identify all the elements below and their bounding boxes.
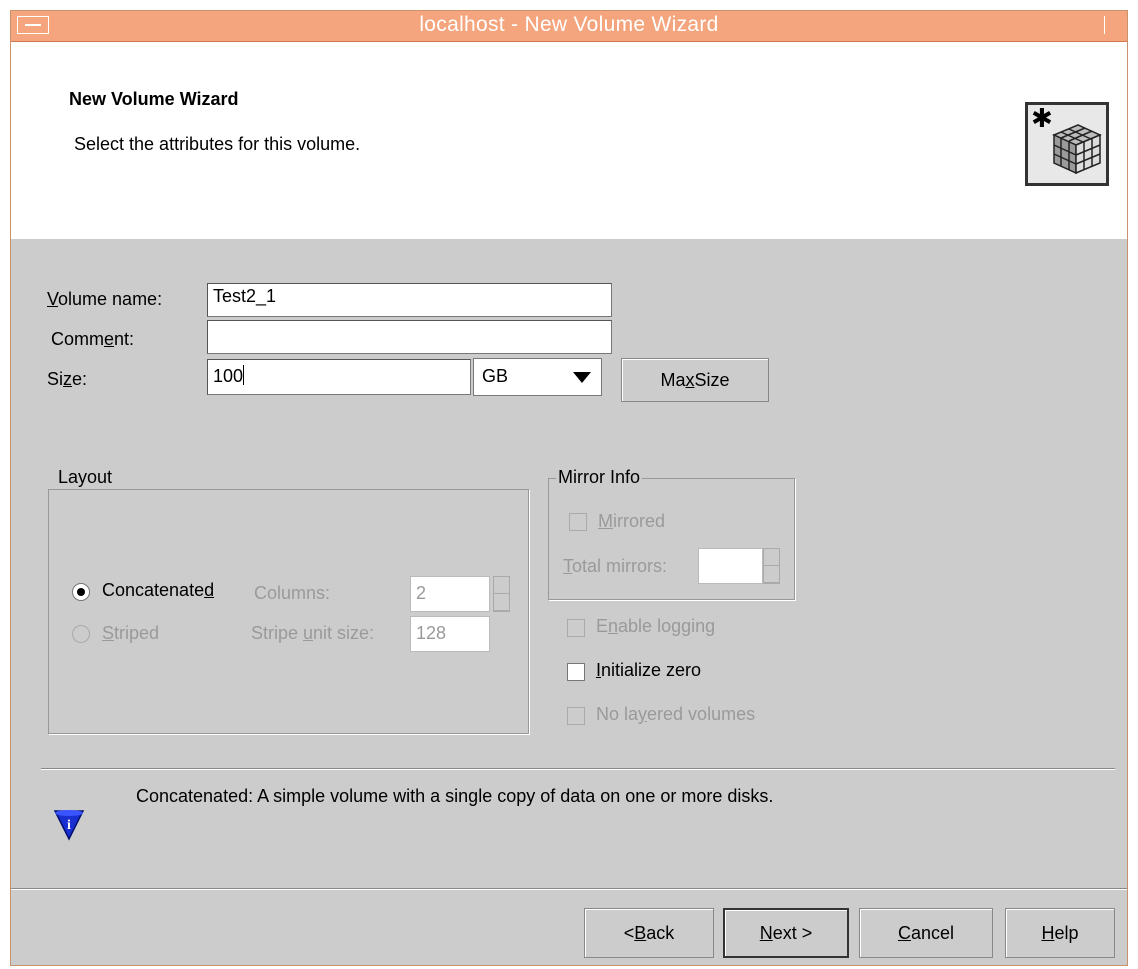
enable-logging-checkbox[interactable]	[567, 619, 585, 637]
mirrored-checkbox[interactable]	[569, 513, 587, 531]
total-mirrors-spinner[interactable]	[763, 548, 780, 584]
info-icon: i	[53, 810, 85, 841]
size-input[interactable]: 100	[207, 359, 471, 395]
svg-text:i: i	[67, 818, 71, 833]
mirror-legend: Mirror Info	[556, 467, 643, 488]
back-button[interactable]: < Back	[584, 908, 714, 958]
spin-down-icon[interactable]	[764, 566, 779, 583]
striped-radio[interactable]	[72, 625, 90, 643]
wizard-window: localhost - New Volume Wizard New Volume…	[10, 10, 1128, 966]
comment-input[interactable]	[207, 320, 612, 354]
volume-name-label: Volume name:	[47, 289, 163, 309]
title-bar[interactable]: localhost - New Volume Wizard	[11, 11, 1127, 42]
columns-input[interactable]: 2	[410, 576, 490, 612]
wizard-subtitle: Select the attributes for this volume.	[74, 134, 361, 154]
mirrored-label[interactable]: Mirrored	[598, 511, 665, 532]
no-layered-volumes-label[interactable]: No layered volumes	[596, 704, 755, 725]
max-size-button[interactable]: Ma x Size	[621, 358, 769, 402]
window-title: localhost - New Volume Wizard	[419, 13, 719, 36]
cancel-button[interactable]: Cancel	[859, 908, 993, 958]
size-unit-select[interactable]: GB	[473, 358, 602, 396]
wizard-header: New Volume Wizard Select the attributes …	[11, 42, 1127, 239]
columns-spinner[interactable]	[493, 576, 510, 612]
concatenated-label[interactable]: Concatenated	[102, 580, 214, 601]
concatenated-radio[interactable]	[72, 583, 90, 601]
window-control-icon[interactable]	[1104, 16, 1119, 34]
size-label: Size:	[47, 369, 88, 389]
enable-logging-label[interactable]: Enable logging	[596, 616, 715, 637]
total-mirrors-label: Total mirrors:	[563, 556, 668, 576]
columns-label: Columns:	[254, 583, 331, 603]
chevron-down-icon	[573, 372, 591, 383]
wizard-title: New Volume Wizard	[69, 89, 239, 109]
initialize-zero-checkbox[interactable]	[567, 663, 585, 681]
layout-legend: Layout	[56, 467, 115, 488]
initialize-zero-label[interactable]: Initialize zero	[596, 660, 701, 681]
size-unit-value: GB	[482, 366, 509, 386]
svg-text:✱: ✱	[1031, 105, 1053, 134]
spin-up-icon[interactable]	[764, 549, 779, 566]
volume-name-input[interactable]: Test2_1	[207, 283, 612, 317]
new-volume-icon: ✱	[1025, 102, 1109, 186]
help-button[interactable]: Help	[1005, 908, 1115, 958]
striped-label[interactable]: Striped	[102, 623, 159, 644]
separator	[41, 768, 1115, 770]
separator	[11, 888, 1127, 890]
info-text: Concatenated: A simple volume with a sin…	[136, 786, 774, 806]
stripe-unit-label: Stripe unit size:	[251, 623, 375, 643]
spin-up-icon[interactable]	[494, 577, 509, 594]
comment-label: Comment:	[51, 329, 135, 349]
stripe-unit-input[interactable]: 128	[410, 616, 490, 652]
spin-down-icon[interactable]	[494, 594, 509, 611]
next-button[interactable]: Next >	[723, 908, 849, 958]
no-layered-volumes-checkbox[interactable]	[567, 707, 585, 725]
total-mirrors-input[interactable]	[698, 548, 763, 584]
